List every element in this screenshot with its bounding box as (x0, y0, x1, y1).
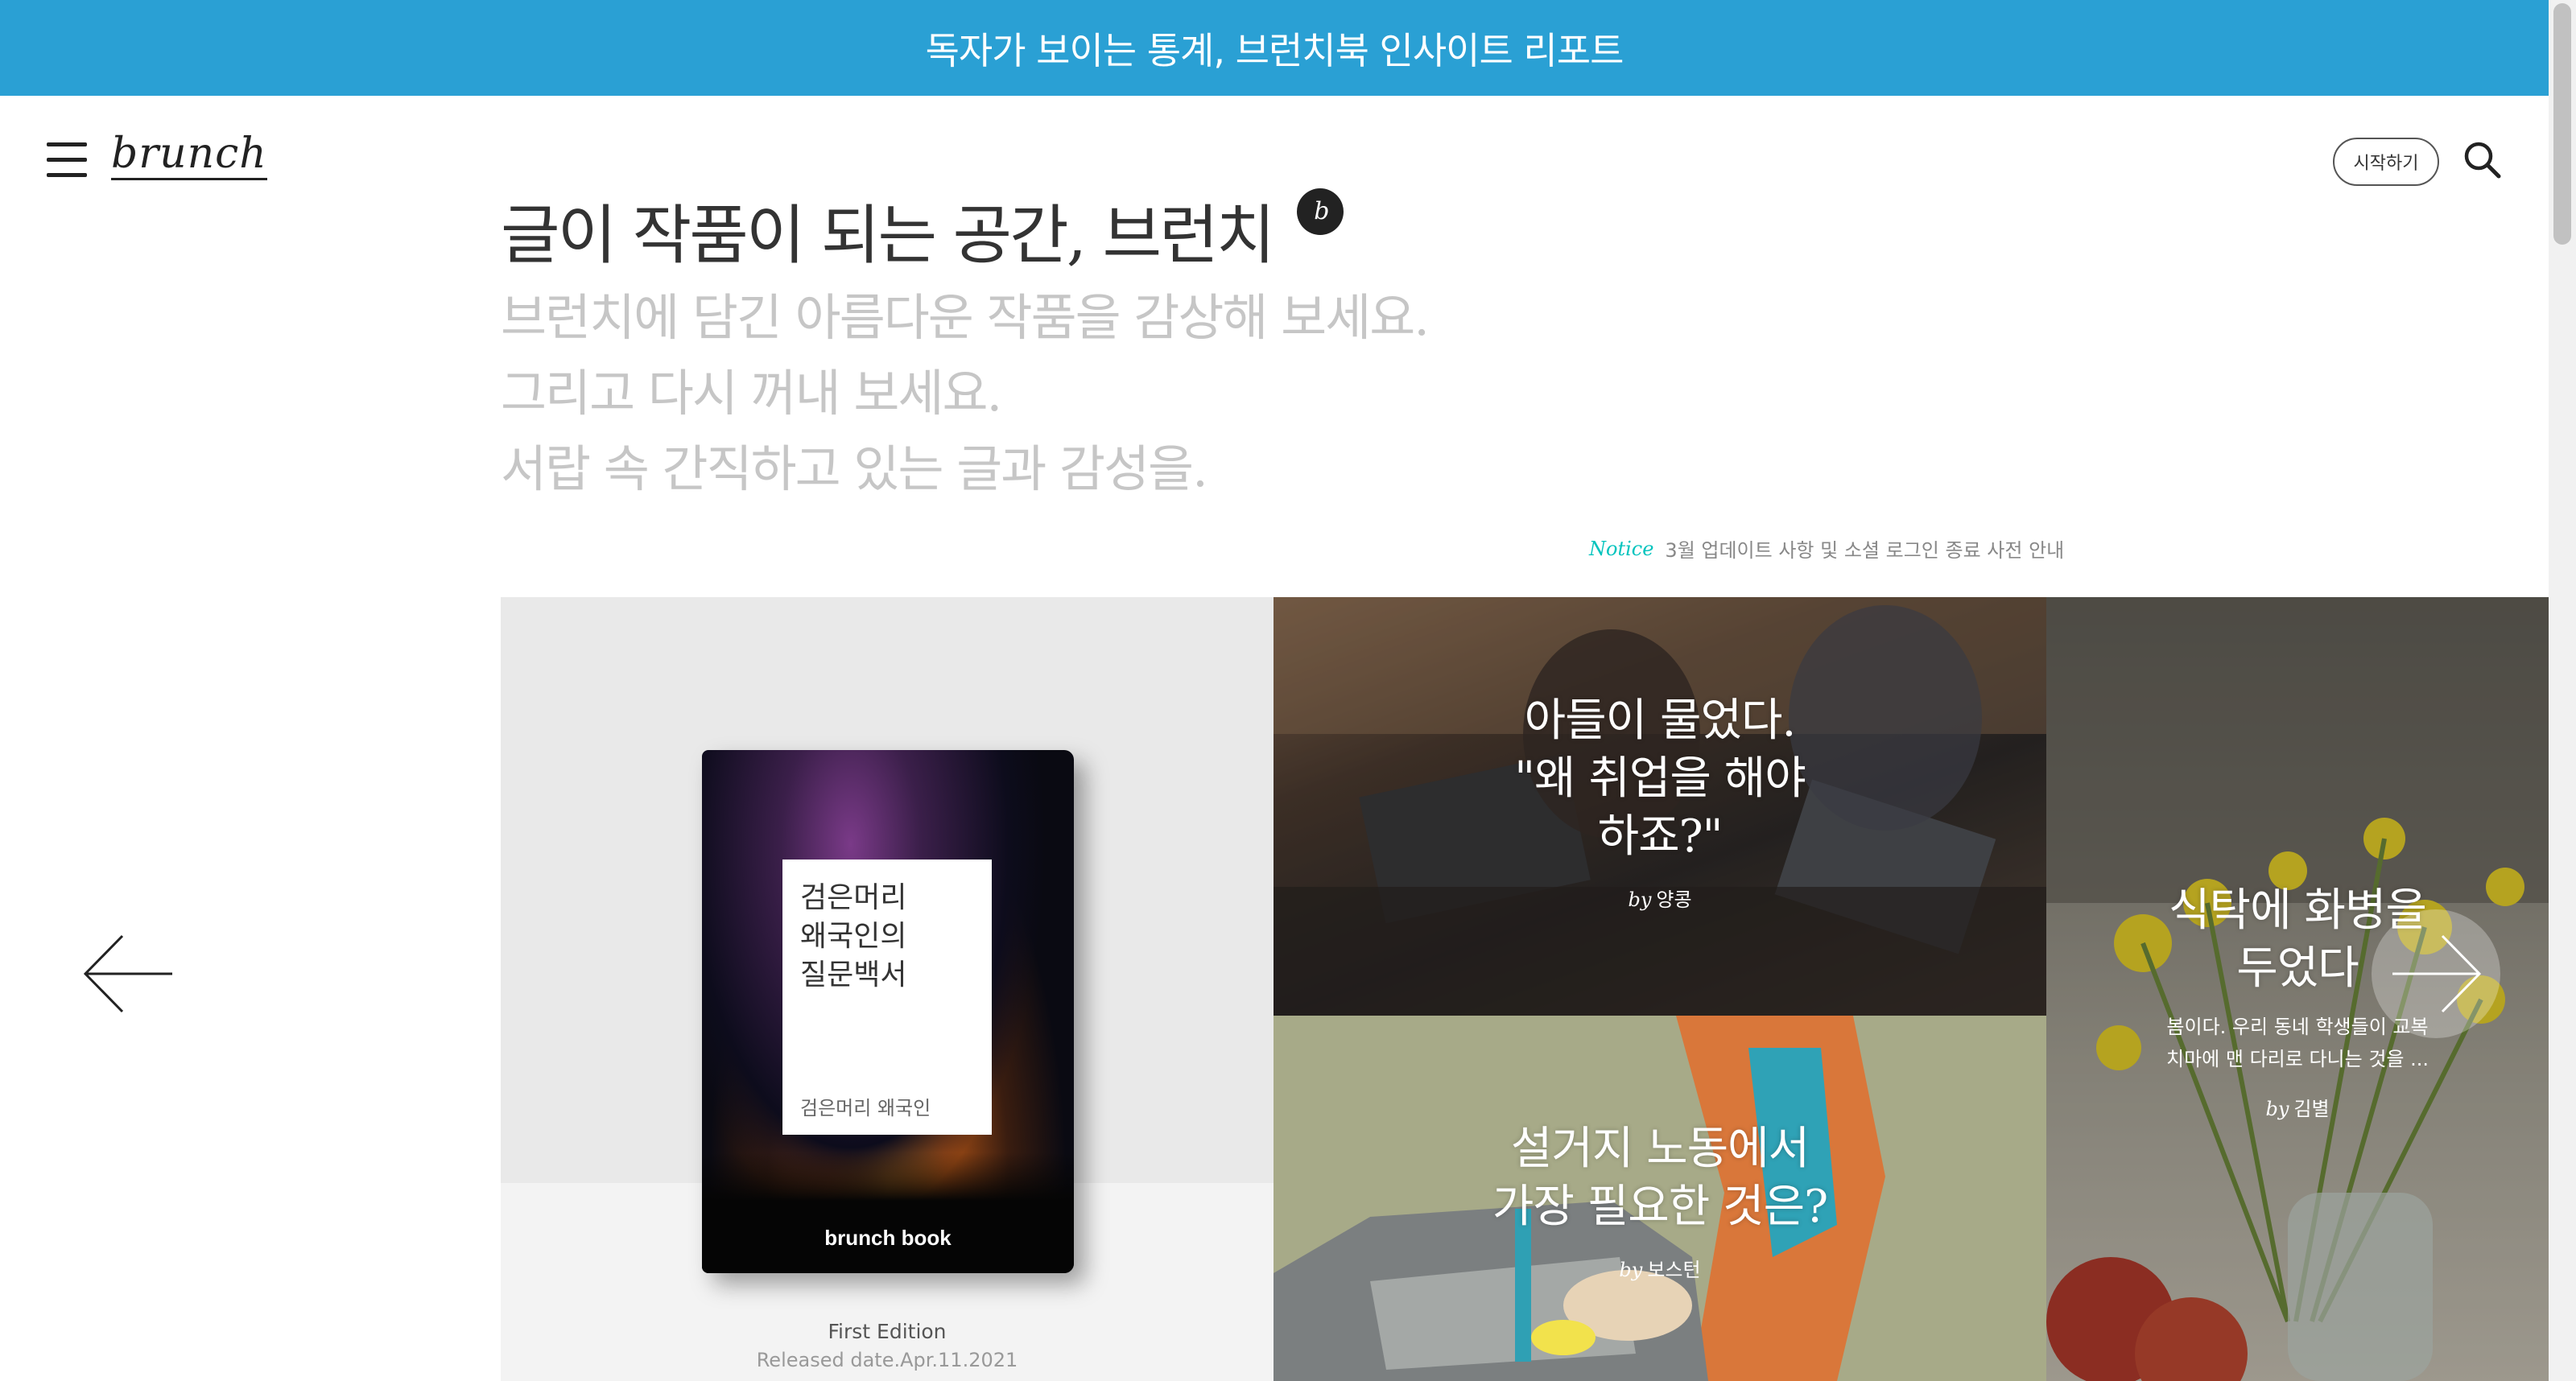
article-text: 설거지 노동에서 가장 필요한 것은? by 보스턴 (1274, 1120, 2046, 1282)
promo-banner[interactable]: 독자가 보이는 통계, 브런치북 인사이트 리포트 (0, 0, 2549, 96)
start-button[interactable]: 시작하기 (2333, 138, 2439, 186)
article-text: 아들이 물었다. "왜 취업을 해야 하죠?" by 양콩 (1274, 692, 2046, 912)
by-label: by (1619, 1259, 1643, 1281)
author-name: 보스턴 (1647, 1259, 1701, 1281)
search-icon[interactable] (2462, 139, 2504, 181)
notice-link[interactable]: Notice 3월 업데이트 사항 및 소셜 로그인 종료 사전 안내 (1589, 534, 2064, 563)
book-brand: brunch book (824, 1226, 952, 1250)
article-title: 설거지 노동에서 가장 필요한 것은? (1492, 1123, 1828, 1233)
book-author: 검은머리 왜국인 (800, 1097, 931, 1119)
featured-gallery: 검은머리 왜국인의 질문백서 검은머리 왜국인 brunch book Firs… (501, 597, 2549, 1381)
notice-text[interactable]: 3월 업데이트 사항 및 소셜 로그인 종료 사전 안내 (1665, 534, 2064, 563)
article-author: by 보스턴 (1274, 1254, 2046, 1282)
author-name: 김별 (2293, 1098, 2330, 1120)
by-label: by (1628, 888, 1652, 911)
pen-icon: b (1297, 188, 1344, 235)
intro-line: 브런치에 담긴 아름다운 작품을 감상해 보세요. (501, 288, 1430, 347)
scrollbar[interactable] (2549, 0, 2576, 1381)
author-name: 양콩 (1656, 888, 1692, 911)
brunch-logo[interactable]: brunch (111, 133, 267, 180)
page-title: 글이 작품이 되는 공간, 브런치 b (501, 188, 1428, 280)
previous-arrow-icon[interactable] (80, 930, 177, 1018)
book-release-date: Released date.Apr.11.2021 (756, 1349, 1018, 1371)
promo-banner-text[interactable]: 독자가 보이는 통계, 브런치북 인사이트 리포트 (926, 22, 1624, 75)
next-arrow-icon[interactable] (2372, 909, 2500, 1038)
article-card[interactable]: 설거지 노동에서 가장 필요한 것은? by 보스턴 (1274, 1016, 2046, 1381)
intro-line: 서랍 속 간직하고 있는 글과 감성을. (501, 439, 1208, 498)
article-card[interactable]: 아들이 물었다. "왜 취업을 해야 하죠?" by 양콩 (1274, 597, 2046, 1016)
brunch-book-card[interactable]: 검은머리 왜국인의 질문백서 검은머리 왜국인 brunch book Firs… (501, 597, 1274, 1381)
article-title: 아들이 물었다. "왜 취업을 해야 하죠?" (1514, 695, 1806, 863)
hamburger-menu-icon[interactable] (47, 142, 89, 177)
book-label: 검은머리 왜국인의 질문백서 검은머리 왜국인 (782, 860, 992, 1135)
book-title: 검은머리 왜국인의 질문백서 (800, 881, 907, 991)
intro-line: 그리고 다시 꺼내 보세요. (501, 364, 1002, 423)
intro-section: 글이 작품이 되는 공간, 브런치 b 브런치에 담긴 아름다운 작품을 감상해… (501, 188, 1430, 507)
article-author: by 양콩 (1274, 884, 2046, 912)
scrollbar-thumb[interactable] (2553, 3, 2571, 245)
by-label: by (2265, 1098, 2289, 1120)
book-cover[interactable]: 검은머리 왜국인의 질문백서 검은머리 왜국인 brunch book (702, 750, 1074, 1273)
article-author: by 김별 (2046, 1093, 2549, 1121)
notice-tag: Notice (1589, 537, 1654, 560)
book-edition: First Edition (828, 1320, 947, 1343)
page-title-text: 글이 작품이 되는 공간, 브런치 (501, 198, 1275, 273)
